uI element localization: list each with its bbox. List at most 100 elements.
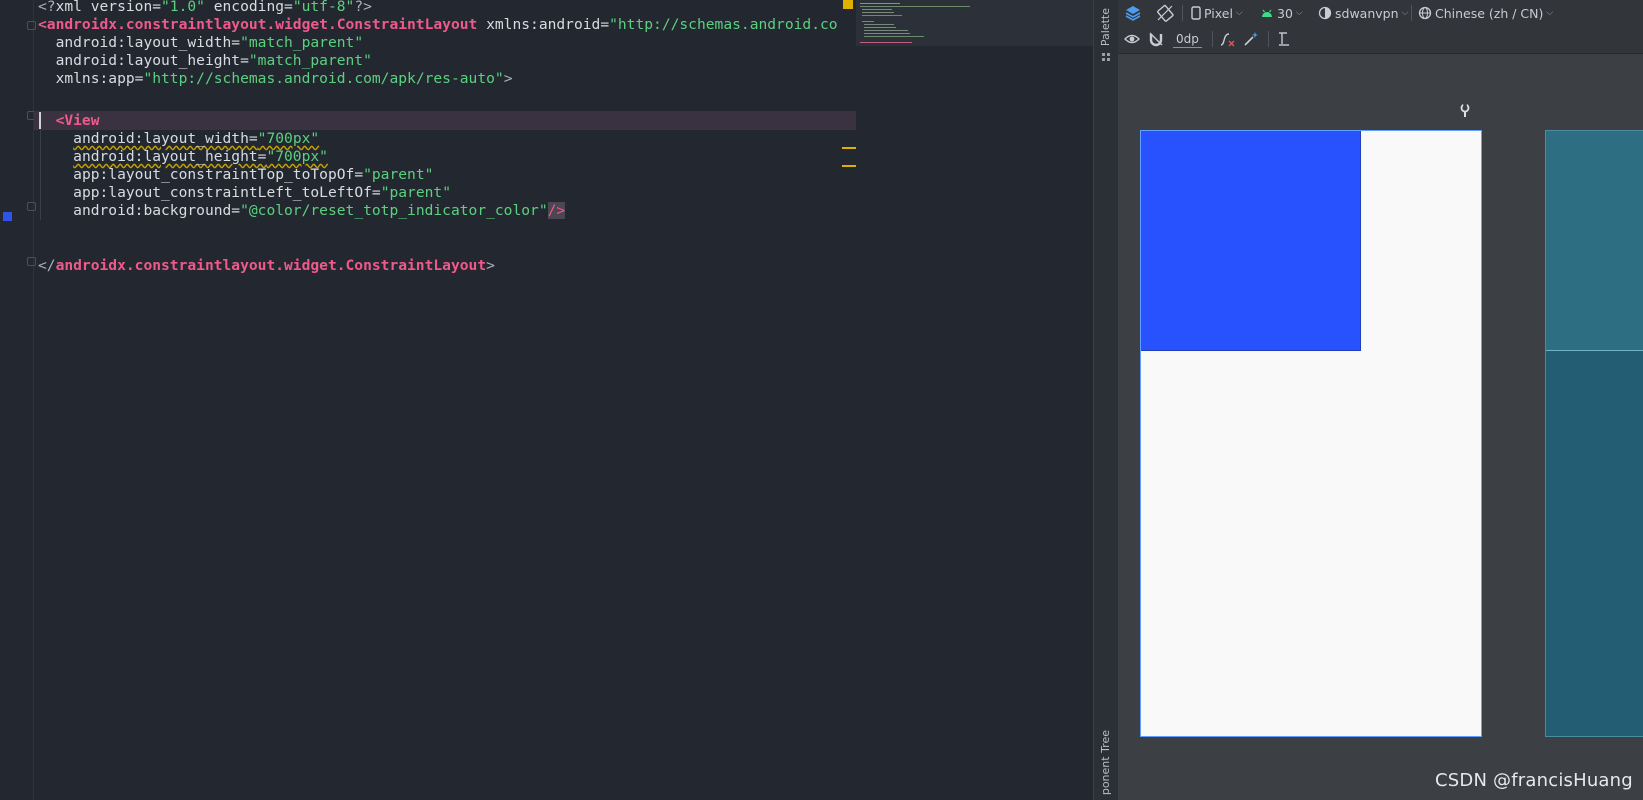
- locale-selector[interactable]: Chinese (zh / CN) ⌵: [1418, 4, 1553, 22]
- code-line-9: android:layout_height="700px": [38, 147, 328, 166]
- api-level-label: 30: [1277, 5, 1293, 21]
- code-token: >: [486, 257, 495, 274]
- design-surface-button[interactable]: [1124, 4, 1142, 22]
- code-token: <?: [38, 0, 56, 15]
- android-icon: [1262, 9, 1272, 17]
- code-token: xmlns:app=: [55, 70, 144, 87]
- design-toolbar-bottom: 0dp: [1118, 26, 1643, 54]
- code-token: xmlns:android=: [477, 16, 610, 33]
- code-token: app:layout_constraintLeft_toLeftOf=: [73, 184, 381, 201]
- device-selector[interactable]: Pixel ⌵: [1191, 4, 1243, 22]
- design-canvas[interactable]: [1118, 54, 1643, 800]
- fold-marker[interactable]: [27, 257, 36, 266]
- orientation-icon: [1157, 4, 1174, 22]
- code-token: android:layout_height=: [73, 148, 267, 165]
- code-token: </: [38, 257, 56, 274]
- palette-icon[interactable]: [1101, 52, 1112, 63]
- code-token: "match_parent": [248, 52, 372, 69]
- code-token: <View: [55, 112, 100, 129]
- code-token: "parent": [363, 166, 434, 183]
- text-caret: [39, 112, 41, 129]
- clear-constraints-icon: [1220, 33, 1235, 47]
- chevron-down-icon: ⌵: [1235, 8, 1243, 18]
- guidelines-button[interactable]: [1275, 30, 1291, 48]
- default-margin-field[interactable]: 0dp: [1173, 32, 1202, 48]
- editor-gutter: [0, 0, 36, 800]
- code-line-3: android:layout_width="match_parent": [38, 33, 364, 52]
- wrench-icon[interactable]: [1459, 104, 1471, 118]
- api-level-selector[interactable]: 30 ⌵: [1260, 4, 1303, 22]
- code-token: "700px": [266, 148, 328, 165]
- code-line-15: </androidx.constraintlayout.widget.Const…: [38, 256, 495, 275]
- code-line-4: android:layout_height="match_parent": [38, 51, 372, 70]
- theme-label: sdwanvpn: [1335, 5, 1399, 21]
- code-line-10: app:layout_constraintTop_toTopOf="parent…: [38, 165, 433, 184]
- view-options-button[interactable]: [1124, 30, 1140, 48]
- design-toolbar-top: Pixel ⌵ 30 ⌵ sdwanvpn ⌵ Chinese (zh / CN…: [1118, 0, 1643, 26]
- autoconnect-toggle[interactable]: [1148, 30, 1164, 48]
- code-token: "parent": [380, 184, 451, 201]
- orientation-button[interactable]: [1156, 4, 1174, 22]
- code-token: encoding=: [204, 0, 293, 15]
- code-area[interactable]: <?xml version="1.0" encoding="utf-8"?> <…: [38, 0, 858, 800]
- eye-icon: [1124, 34, 1140, 44]
- code-token: "1.0": [161, 0, 205, 15]
- guidelines-icon: [1279, 32, 1289, 46]
- device-label: Pixel: [1204, 5, 1233, 21]
- color-swatch-icon[interactable]: [3, 212, 12, 221]
- code-token: />: [547, 202, 566, 219]
- code-token: xml version=: [55, 0, 162, 15]
- code-token: "@color/reset_totp_indicator_color": [240, 202, 548, 219]
- phone-icon: [1191, 6, 1201, 20]
- view-element[interactable]: [1141, 131, 1361, 351]
- minimap[interactable]: [856, 0, 1093, 46]
- code-token: "utf-8": [292, 0, 355, 15]
- theme-icon: [1318, 6, 1332, 20]
- code-token: app:layout_constraintTop_toTopOf=: [73, 166, 364, 183]
- blueprint-view-element[interactable]: [1546, 131, 1643, 351]
- code-line-7: <View: [38, 111, 100, 130]
- theme-selector[interactable]: sdwanvpn ⌵: [1318, 4, 1408, 22]
- code-token: "http://schemas.android.com/apk/res-auto…: [143, 70, 504, 87]
- chevron-down-icon: ⌵: [1546, 8, 1554, 18]
- clear-constraints-button[interactable]: [1219, 30, 1235, 48]
- globe-icon: [1418, 6, 1432, 20]
- code-token: android:layout_width=: [55, 34, 241, 51]
- fold-marker[interactable]: [27, 21, 36, 30]
- code-token: >: [503, 70, 513, 87]
- layers-icon: [1125, 6, 1141, 21]
- code-line-1: <?xml version="1.0" encoding="utf-8"?>: [38, 0, 372, 16]
- code-token: ?>: [354, 0, 372, 15]
- warning-marker[interactable]: [842, 165, 856, 167]
- locale-label: Chinese (zh / CN): [1435, 5, 1544, 21]
- code-token: androidx.constraintlayout.widget.Constra…: [55, 257, 487, 274]
- code-line-11: app:layout_constraintLeft_toLeftOf="pare…: [38, 183, 451, 202]
- code-token: "700px": [257, 130, 320, 147]
- design-preview-screen[interactable]: [1140, 130, 1482, 737]
- code-line-8: android:layout_width="700px": [38, 129, 319, 148]
- blueprint-preview-screen[interactable]: [1545, 130, 1643, 737]
- warning-marker[interactable]: [842, 147, 856, 149]
- code-token: android:layout_height=: [55, 52, 249, 69]
- inspection-status-icon[interactable]: [843, 0, 853, 9]
- chevron-down-icon: ⌵: [1295, 8, 1303, 18]
- watermark-text: CSDN @francisHuang: [1435, 770, 1633, 791]
- infer-constraints-button[interactable]: [1243, 30, 1259, 48]
- chevron-down-icon: ⌵: [1401, 8, 1409, 18]
- code-token: android:background=: [73, 202, 241, 219]
- code-token: "http://schemas.android.co: [609, 16, 838, 33]
- code-line-12: android:background="@color/reset_totp_in…: [38, 201, 566, 220]
- fold-marker[interactable]: [27, 202, 36, 211]
- code-line-5: xmlns:app="http://schemas.android.com/ap…: [38, 69, 513, 88]
- code-line-2: <androidx.constraintlayout.widget.Constr…: [38, 15, 838, 34]
- error-stripe[interactable]: [842, 0, 856, 800]
- layout-design-pane: Pixel ⌵ 30 ⌵ sdwanvpn ⌵ Chinese (zh / CN…: [1118, 0, 1643, 800]
- magic-wand-icon: [1244, 32, 1258, 46]
- palette-tab[interactable]: Palette: [1099, 8, 1112, 46]
- side-tool-strip: Palette ponent Tree: [1093, 0, 1118, 800]
- code-token: <androidx.constraintlayout.widget.Constr…: [38, 16, 478, 33]
- magnet-icon: [1149, 32, 1163, 47]
- code-editor[interactable]: <?xml version="1.0" encoding="utf-8"?> <…: [0, 0, 1093, 800]
- code-token: "match_parent": [240, 34, 364, 51]
- component-tree-tab[interactable]: ponent Tree: [1099, 730, 1112, 795]
